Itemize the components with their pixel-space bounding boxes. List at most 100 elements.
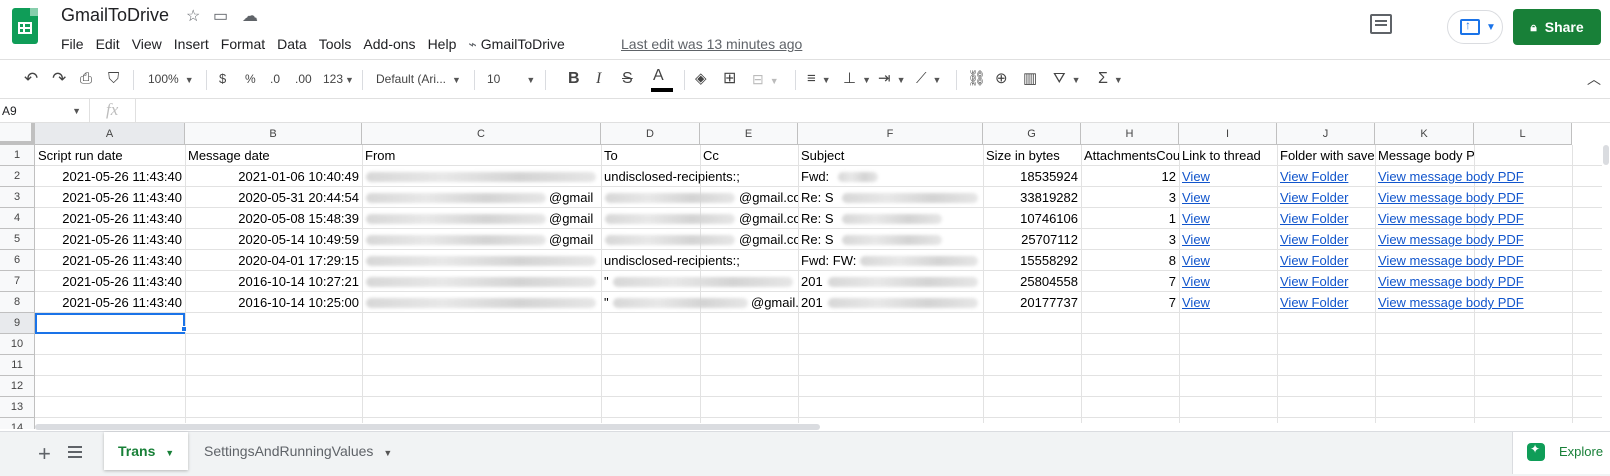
- menu-edit[interactable]: Edit: [96, 36, 120, 56]
- row-header[interactable]: 1: [0, 145, 35, 166]
- percent-format-button[interactable]: %: [245, 68, 256, 90]
- cell-from-redacted[interactable]: @gmail: [362, 208, 601, 229]
- column-header-j[interactable]: J: [1277, 123, 1375, 145]
- cell-attachments[interactable]: 8: [1081, 250, 1179, 271]
- merge-icon[interactable]: ⊟ ▼: [752, 68, 779, 90]
- cell-size[interactable]: 10746106: [983, 208, 1081, 229]
- menu-data[interactable]: Data: [277, 36, 307, 56]
- formula-input[interactable]: [135, 99, 1610, 123]
- link-view-folder[interactable]: View Folder: [1277, 292, 1375, 313]
- link-view-pdf[interactable]: View message body PDF: [1375, 271, 1572, 292]
- menu-gmailtodrive[interactable]: ⌁ GmailToDrive: [468, 36, 576, 56]
- redo-icon[interactable]: ↷: [52, 68, 66, 90]
- comment-icon[interactable]: ⊕: [995, 68, 1008, 90]
- filter-icon[interactable]: ⛛ ▼: [1053, 68, 1081, 90]
- cell-subject[interactable]: Fwd:: [798, 166, 983, 187]
- link-view-folder[interactable]: View Folder: [1277, 208, 1375, 229]
- menu-file[interactable]: File: [61, 36, 84, 56]
- cell-size[interactable]: 15558292: [983, 250, 1081, 271]
- cell-script-run-date[interactable]: 2021-05-26 11:43:40: [35, 187, 185, 208]
- menu-tools[interactable]: Tools: [319, 36, 352, 56]
- link-view-thread[interactable]: View: [1179, 271, 1277, 292]
- rotate-icon[interactable]: ⟋ ▼: [916, 68, 941, 90]
- borders-icon[interactable]: ⊞: [723, 68, 736, 90]
- sheet-tab-settings[interactable]: SettingsAndRunningValues ▼: [190, 432, 406, 470]
- cell-message-date[interactable]: 2016-10-14 10:25:00: [185, 292, 362, 313]
- link-icon[interactable]: ⛓: [967, 68, 986, 90]
- cell-attachments[interactable]: 1: [1081, 208, 1179, 229]
- cell-subject[interactable]: Fwd: FW:: [798, 250, 983, 271]
- valign-icon[interactable]: ⊥ ▼: [843, 68, 871, 90]
- cell-size[interactable]: 18535924: [983, 166, 1081, 187]
- row-header[interactable]: 14: [0, 418, 35, 429]
- row-header[interactable]: 13: [0, 397, 35, 418]
- font-family-select[interactable]: Default (Ari... ▼: [376, 68, 461, 90]
- column-header-i[interactable]: I: [1179, 123, 1277, 145]
- column-header-a[interactable]: A: [35, 123, 185, 145]
- all-sheets-icon[interactable]: [68, 446, 82, 458]
- cell-to-redacted[interactable]: @gmail.co: [601, 187, 798, 208]
- horizontal-scrollbar[interactable]: [35, 423, 1602, 431]
- cell-header-link[interactable]: Link to thread: [1179, 145, 1277, 166]
- cell-header-folder[interactable]: Folder with save: [1277, 145, 1375, 166]
- selected-cell[interactable]: [35, 313, 185, 334]
- row-header[interactable]: 8: [0, 292, 35, 313]
- column-header-b[interactable]: B: [185, 123, 362, 145]
- menu-view[interactable]: View: [132, 36, 162, 56]
- cell-header-subject[interactable]: Subject: [798, 145, 983, 166]
- cell-subject[interactable]: Re: S: [798, 187, 983, 208]
- cell-message-date[interactable]: 2020-05-31 20:44:54: [185, 187, 362, 208]
- cell-subject[interactable]: 201: [798, 292, 983, 313]
- cell-from-redacted[interactable]: @gmail: [362, 229, 601, 250]
- font-size-select[interactable]: 10 ▼: [487, 68, 535, 90]
- cell-from-redacted[interactable]: [362, 166, 601, 187]
- cell-subject[interactable]: 201: [798, 271, 983, 292]
- align-icon[interactable]: ≡ ▼: [807, 68, 831, 90]
- link-view-folder[interactable]: View Folder: [1277, 271, 1375, 292]
- cell-to[interactable]: undisclosed-recipients:;: [601, 166, 798, 187]
- present-button[interactable]: ▼: [1447, 10, 1503, 44]
- row-header[interactable]: 11: [0, 355, 35, 376]
- row-header[interactable]: 6: [0, 250, 35, 271]
- column-header-g[interactable]: G: [983, 123, 1081, 145]
- link-view-pdf[interactable]: View message body PDF: [1375, 250, 1572, 271]
- row-header[interactable]: 9: [0, 313, 35, 334]
- cell-from-redacted[interactable]: [362, 292, 601, 313]
- cell-size[interactable]: 25804558: [983, 271, 1081, 292]
- cell-to[interactable]: undisclosed-recipients:;: [601, 250, 798, 271]
- link-view-pdf[interactable]: View message body PDF: [1375, 208, 1572, 229]
- cell-message-date[interactable]: 2020-05-14 10:49:59: [185, 229, 362, 250]
- add-sheet-icon[interactable]: +: [38, 441, 51, 467]
- cell-message-date[interactable]: 2020-04-01 17:29:15: [185, 250, 362, 271]
- star-icon[interactable]: ☆: [186, 6, 200, 26]
- link-view-thread[interactable]: View: [1179, 208, 1277, 229]
- menu-addons[interactable]: Add-ons: [363, 36, 415, 56]
- strikethrough-button[interactable]: S: [622, 68, 633, 90]
- italic-button[interactable]: I: [596, 68, 601, 90]
- column-header-l[interactable]: L: [1474, 123, 1572, 145]
- cell-script-run-date[interactable]: 2021-05-26 11:43:40: [35, 166, 185, 187]
- cell-from-redacted[interactable]: @gmail: [362, 187, 601, 208]
- sheets-logo-icon[interactable]: [12, 8, 38, 44]
- text-color-button[interactable]: A: [653, 65, 664, 87]
- cell-to-redacted[interactable]: @gmail.co: [601, 229, 798, 250]
- cell-header-pdf[interactable]: Message body PDF: [1375, 145, 1474, 166]
- move-folder-icon[interactable]: ▭: [213, 6, 228, 26]
- vertical-scrollbar[interactable]: [1602, 123, 1610, 423]
- cell-attachments[interactable]: 12: [1081, 166, 1179, 187]
- cell-message-date[interactable]: 2020-05-08 15:48:39: [185, 208, 362, 229]
- cell-size[interactable]: 33819282: [983, 187, 1081, 208]
- cell-script-run-date[interactable]: 2021-05-26 11:43:40: [35, 250, 185, 271]
- link-view-thread[interactable]: View: [1179, 187, 1277, 208]
- undo-icon[interactable]: ↶: [24, 68, 38, 90]
- link-view-thread[interactable]: View: [1179, 292, 1277, 313]
- row-header[interactable]: 10: [0, 334, 35, 355]
- cell-to-redacted[interactable]: @gmail.co: [601, 208, 798, 229]
- fill-color-icon[interactable]: ◈: [695, 68, 707, 90]
- menu-insert[interactable]: Insert: [174, 36, 209, 56]
- column-header-k[interactable]: K: [1375, 123, 1474, 145]
- chart-icon[interactable]: ▥: [1023, 68, 1037, 90]
- column-header-e[interactable]: E: [700, 123, 798, 145]
- cell-to-redacted[interactable]: " @gmail.: [601, 292, 798, 313]
- cell-script-run-date[interactable]: 2021-05-26 11:43:40: [35, 292, 185, 313]
